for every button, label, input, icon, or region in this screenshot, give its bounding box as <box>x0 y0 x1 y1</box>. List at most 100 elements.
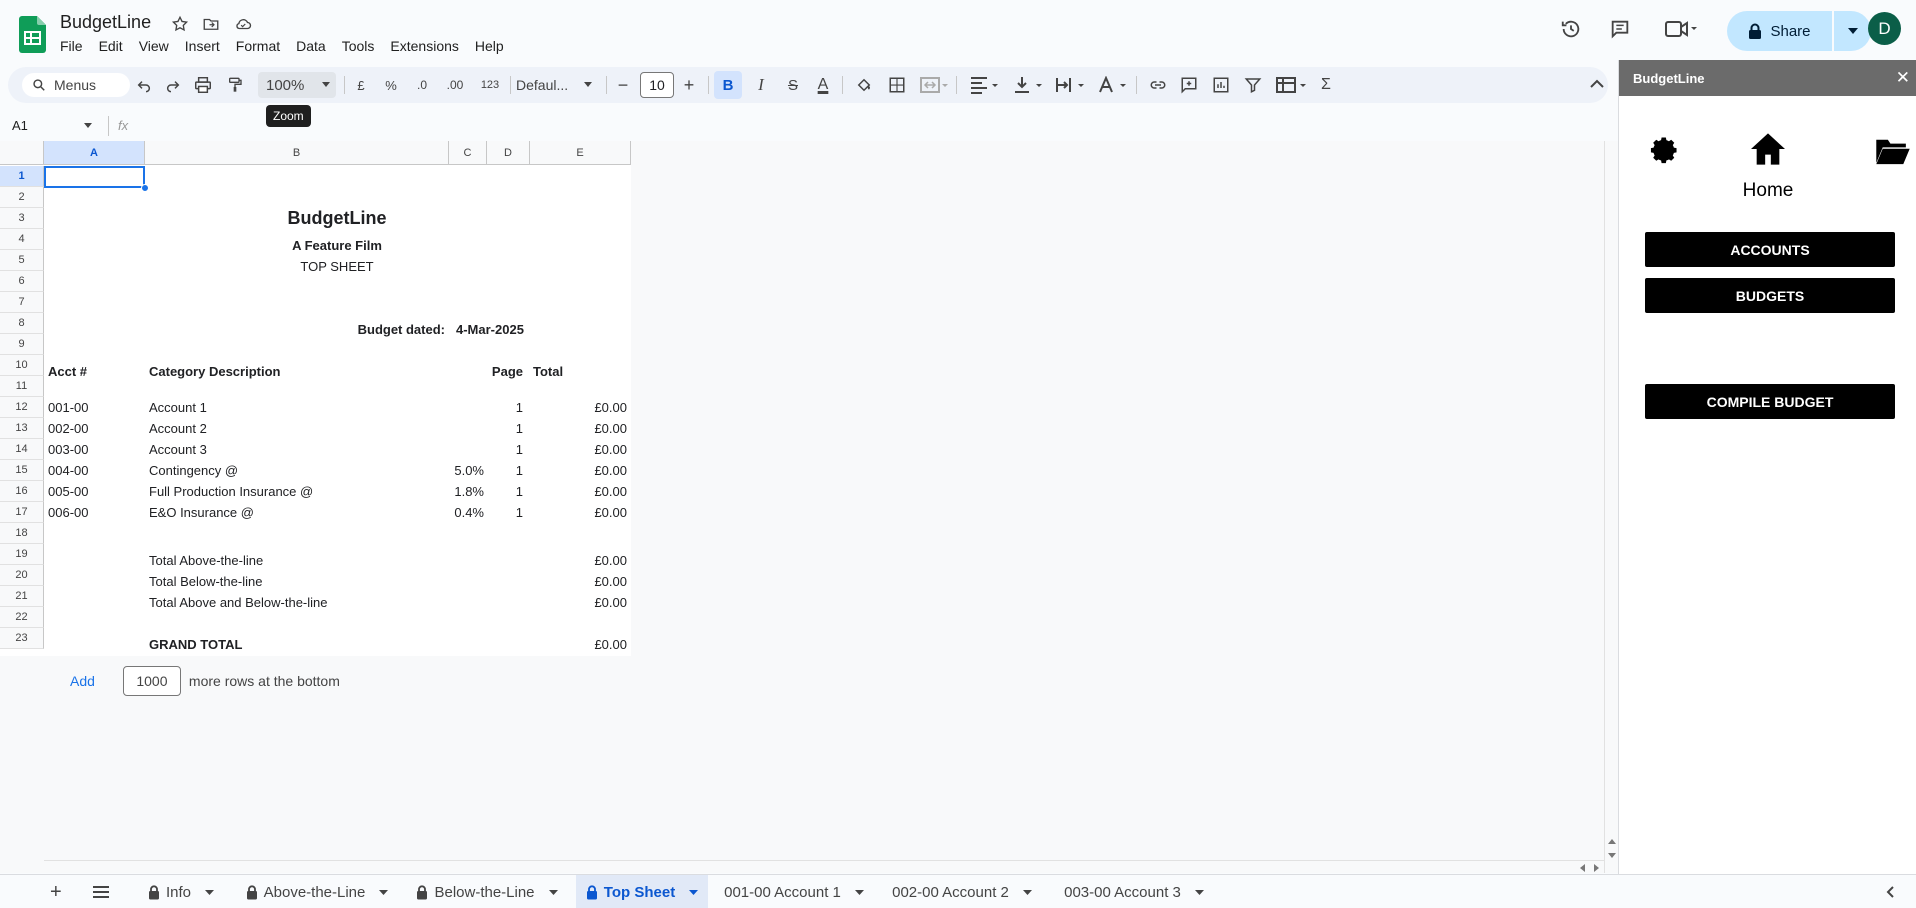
column-header[interactable]: E <box>530 141 631 165</box>
menu-tools[interactable]: Tools <box>334 36 383 56</box>
menu-data[interactable]: Data <box>288 36 334 56</box>
scroll-right-icon[interactable] <box>1594 864 1599 872</box>
add-rows-button[interactable]: Add <box>56 673 109 689</box>
sheet-tab[interactable]: 001-00 Account 1 <box>716 875 872 908</box>
paint-format-icon[interactable] <box>227 77 243 93</box>
close-icon[interactable]: ✕ <box>1896 68 1910 88</box>
star-icon[interactable] <box>171 15 189 33</box>
print-icon[interactable] <box>194 77 212 93</box>
sheet-grid[interactable]: A B C D E 1 2 3 4 5 6 7 8 9 10 11 12 13 14 15 16 17 18 19 2… <box>0 141 631 656</box>
select-all-corner[interactable] <box>0 141 44 165</box>
version-history-icon[interactable] <box>1560 18 1582 40</box>
borders-icon[interactable] <box>888 76 906 94</box>
share-button[interactable]: Share <box>1727 11 1832 51</box>
chevron-left-icon[interactable] <box>1886 886 1894 898</box>
gear-icon[interactable] <box>1648 134 1680 166</box>
budgets-button[interactable]: BUDGETS <box>1645 278 1895 313</box>
row-header[interactable]: 15 <box>0 460 44 481</box>
rows-count-input[interactable]: 1000 <box>122 666 181 696</box>
move-folder-icon[interactable] <box>202 15 220 33</box>
compile-budget-button[interactable]: COMPILE BUDGET <box>1645 384 1895 419</box>
menu-file[interactable]: File <box>52 36 91 56</box>
column-header[interactable]: C <box>449 141 487 165</box>
row-header[interactable]: 5 <box>0 250 44 271</box>
chevron-down-icon[interactable] <box>1194 889 1204 895</box>
row-header[interactable]: 17 <box>0 502 44 523</box>
menu-edit[interactable]: Edit <box>91 36 131 56</box>
text-color-button[interactable]: A <box>810 67 836 103</box>
chevron-down-icon[interactable] <box>689 889 699 895</box>
formula-input[interactable] <box>136 112 1604 138</box>
row-header[interactable]: 14 <box>0 439 44 460</box>
sheet-tab[interactable]: Top Sheet <box>576 875 708 908</box>
collapse-toolbar-icon[interactable] <box>1590 79 1604 89</box>
filter-views-icon[interactable] <box>1276 76 1308 94</box>
chevron-down-icon[interactable] <box>854 889 864 895</box>
chevron-down-icon[interactable] <box>205 889 215 895</box>
sheet-tab[interactable]: Info <box>140 875 222 908</box>
menu-extensions[interactable]: Extensions <box>382 36 466 56</box>
row-header[interactable]: 1 <box>0 166 44 187</box>
add-sheet-button[interactable]: + <box>50 875 62 908</box>
accounts-button[interactable]: ACCOUNTS <box>1645 232 1895 267</box>
vertical-align-icon[interactable] <box>1014 76 1044 94</box>
row-header[interactable]: 6 <box>0 271 44 292</box>
zoom-select[interactable]: 100% <box>258 72 336 98</box>
chevron-down-icon[interactable] <box>1022 889 1032 895</box>
number-format-button[interactable]: 123 <box>474 67 506 103</box>
scroll-up-icon[interactable] <box>1608 839 1616 844</box>
fill-handle[interactable] <box>141 184 149 192</box>
avatar[interactable]: D <box>1868 12 1901 45</box>
all-sheets-icon[interactable] <box>93 886 109 898</box>
row-header[interactable]: 12 <box>0 397 44 418</box>
meet-video-icon[interactable] <box>1664 18 1698 40</box>
decrease-decimal-button[interactable]: .0 <box>408 67 436 103</box>
row-header[interactable]: 4 <box>0 229 44 250</box>
chevron-down-icon[interactable] <box>379 889 389 895</box>
functions-button[interactable]: Σ <box>1314 67 1338 103</box>
row-header[interactable]: 16 <box>0 481 44 502</box>
sheet-tab[interactable]: Above-the-Line <box>236 875 398 908</box>
vertical-scrollbar[interactable] <box>1604 141 1618 873</box>
sheets-logo-icon[interactable] <box>19 16 46 53</box>
font-size-decrease-button[interactable]: − <box>612 67 634 103</box>
font-family-select[interactable]: Defaul... <box>516 67 598 103</box>
insert-chart-icon[interactable] <box>1212 76 1230 94</box>
row-header[interactable]: 23 <box>0 628 44 649</box>
horizontal-scrollbar[interactable] <box>44 860 1604 873</box>
sheet-tab[interactable]: 003-00 Account 3 <box>1055 875 1213 908</box>
comments-icon[interactable] <box>1609 18 1631 40</box>
row-header[interactable]: 7 <box>0 292 44 313</box>
column-header[interactable]: A <box>44 141 145 165</box>
italic-button[interactable]: I <box>748 67 774 103</box>
increase-decimal-button[interactable]: .00 <box>440 67 470 103</box>
scroll-left-icon[interactable] <box>1580 864 1585 872</box>
horizontal-align-icon[interactable] <box>970 76 1000 94</box>
insert-link-icon[interactable] <box>1148 76 1168 94</box>
filter-icon[interactable] <box>1244 76 1262 94</box>
menu-format[interactable]: Format <box>228 36 288 56</box>
row-header[interactable]: 2 <box>0 187 44 208</box>
sheet-tab[interactable]: Below-the-Line <box>410 875 564 908</box>
menu-help[interactable]: Help <box>467 36 512 56</box>
merge-cells-icon[interactable] <box>920 76 948 94</box>
font-size-increase-button[interactable]: + <box>678 67 700 103</box>
menu-view[interactable]: View <box>131 36 177 56</box>
row-header[interactable]: 10 <box>0 355 44 376</box>
row-header[interactable]: 9 <box>0 334 44 355</box>
chevron-down-icon[interactable] <box>548 889 558 895</box>
row-header[interactable]: 18 <box>0 523 44 544</box>
selected-cell[interactable] <box>44 166 145 188</box>
name-box[interactable]: A1 <box>12 118 94 133</box>
strikethrough-button[interactable]: S <box>780 67 806 103</box>
document-title[interactable]: BudgetLine <box>60 12 151 33</box>
currency-format-button[interactable]: £ <box>348 67 374 103</box>
percent-format-button[interactable]: % <box>378 67 404 103</box>
menu-insert[interactable]: Insert <box>177 36 228 56</box>
bold-button[interactable]: B <box>714 71 742 99</box>
row-header[interactable]: 8 <box>0 313 44 334</box>
row-header[interactable]: 3 <box>0 208 44 229</box>
column-header[interactable]: D <box>487 141 530 165</box>
text-rotation-icon[interactable] <box>1098 76 1128 94</box>
row-header[interactable]: 21 <box>0 586 44 607</box>
